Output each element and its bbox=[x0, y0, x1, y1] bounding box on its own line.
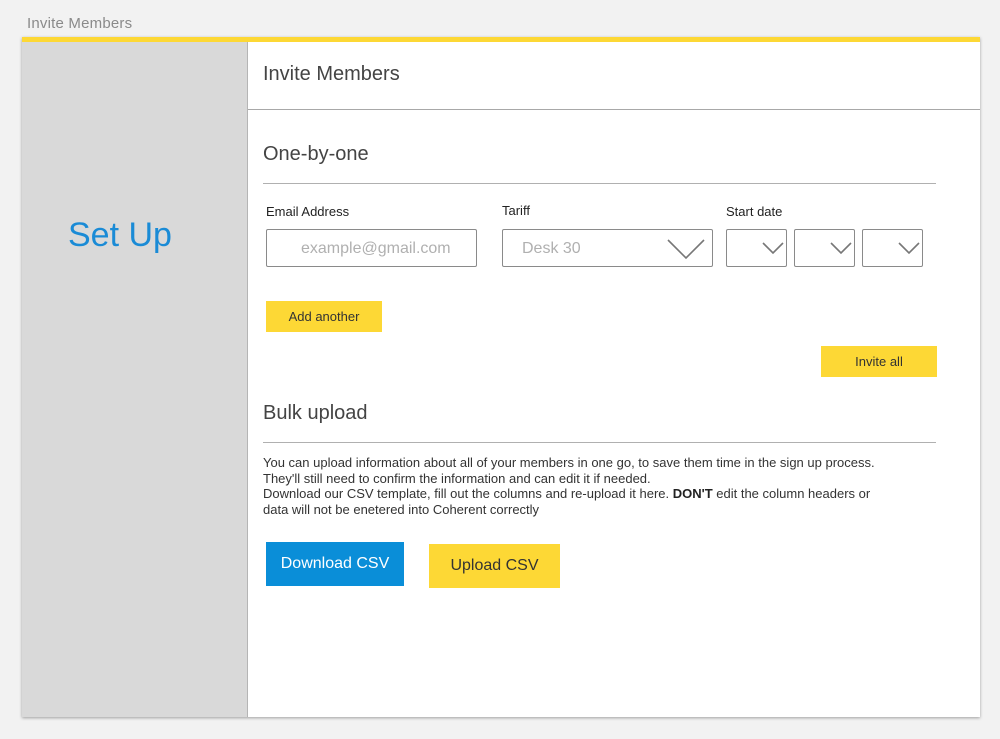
start-date-day-select[interactable] bbox=[726, 229, 787, 267]
start-date-label: Start date bbox=[726, 204, 783, 219]
page-title: Invite Members bbox=[263, 63, 400, 85]
main-panel: Invite Members One-by-one Email Address … bbox=[248, 42, 980, 717]
chevron-down-icon bbox=[667, 239, 705, 260]
invite-all-label: Invite all bbox=[855, 354, 903, 369]
description-emphasis: DON'T bbox=[672, 486, 713, 501]
bulk-upload-description: You can upload information about all of … bbox=[263, 455, 903, 517]
app-frame: Set Up Invite Members One-by-one Email A… bbox=[22, 37, 980, 717]
description-line: They'll still need to confirm the inform… bbox=[263, 470, 651, 486]
email-placeholder: example@gmail.com bbox=[301, 240, 451, 257]
email-field[interactable]: example@gmail.com bbox=[266, 229, 477, 267]
download-csv-button[interactable]: Download CSV bbox=[266, 542, 404, 586]
upload-csv-button[interactable]: Upload CSV bbox=[429, 544, 560, 588]
invite-all-button[interactable]: Invite all bbox=[821, 346, 937, 377]
description-line: data will not be enetered into Coherent … bbox=[263, 501, 540, 517]
description-text: Download our CSV template, fill out the … bbox=[263, 486, 673, 501]
description-line: You can upload information about all of … bbox=[263, 455, 875, 470]
section-divider bbox=[263, 442, 936, 443]
sidebar-title: Set Up bbox=[68, 216, 172, 254]
tariff-value: Desk 30 bbox=[522, 240, 581, 257]
section-divider bbox=[263, 183, 936, 184]
add-another-label: Add another bbox=[288, 309, 360, 324]
chevron-down-icon bbox=[898, 242, 920, 255]
section-title-bulk-upload: Bulk upload bbox=[263, 402, 368, 424]
section-title-one-by-one: One-by-one bbox=[263, 143, 369, 165]
tariff-label: Tariff bbox=[502, 203, 530, 218]
start-date-year-select[interactable] bbox=[862, 229, 923, 267]
tariff-select[interactable]: Desk 30 bbox=[502, 229, 713, 267]
chevron-down-icon bbox=[830, 242, 852, 255]
sidebar: Set Up bbox=[22, 42, 248, 717]
header: Invite Members bbox=[248, 42, 980, 110]
start-date-month-select[interactable] bbox=[794, 229, 855, 267]
description-line: Download our CSV template, fill out the … bbox=[263, 486, 903, 502]
chevron-down-icon bbox=[762, 242, 784, 255]
add-another-button[interactable]: Add another bbox=[266, 301, 382, 332]
description-text: edit the column headers or bbox=[712, 486, 871, 501]
window-title: Invite Members bbox=[27, 15, 133, 32]
download-csv-label: Download CSV bbox=[280, 555, 390, 572]
email-label: Email Address bbox=[266, 204, 350, 219]
upload-csv-label: Upload CSV bbox=[450, 557, 539, 574]
